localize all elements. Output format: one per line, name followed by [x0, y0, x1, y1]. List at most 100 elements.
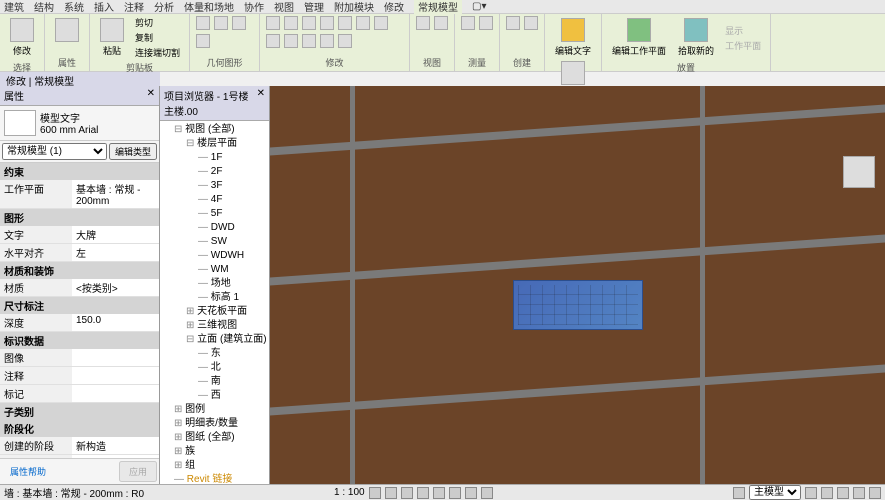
hide-icon[interactable]	[416, 16, 430, 30]
tree-elev-dir[interactable]: 西	[198, 389, 267, 403]
tree-level[interactable]: DWD	[198, 221, 267, 235]
tree-links[interactable]: Revit 链接	[174, 473, 267, 484]
drag-icon[interactable]	[853, 487, 865, 499]
select-links-icon[interactable]	[805, 487, 817, 499]
menu-arch[interactable]: 建筑	[4, 0, 24, 14]
measure-icon[interactable]	[461, 16, 475, 30]
tree-ceiling[interactable]: 天花板平面	[186, 305, 267, 319]
menu-collab[interactable]: 协作	[244, 0, 264, 14]
menu-struct[interactable]: 结构	[34, 0, 54, 14]
hide-isolate-icon[interactable]	[465, 487, 477, 499]
menu-view[interactable]: 视图	[274, 0, 294, 14]
val-workplane[interactable]: 基本墙 : 常规 - 200mm	[72, 180, 159, 208]
wp-text[interactable]: 工作平面	[722, 39, 764, 52]
select-pinned-icon[interactable]	[821, 487, 833, 499]
tree-3d[interactable]: 三维视图	[186, 319, 267, 333]
delete-icon[interactable]	[302, 34, 316, 48]
tree-views-root[interactable]: 视图 (全部)	[174, 123, 267, 137]
close-icon[interactable]: ✕	[257, 88, 265, 118]
menu-analyze[interactable]: 分析	[154, 0, 174, 14]
menu-addins[interactable]: 附加模块	[334, 0, 374, 14]
join-icon[interactable]	[196, 16, 210, 30]
edit-type-button[interactable]: 编辑类型	[109, 143, 157, 160]
tree-legends[interactable]: 图例	[174, 403, 267, 417]
menu-context[interactable]: 常规模型	[414, 0, 462, 14]
val-image[interactable]	[72, 349, 159, 366]
property-grid[interactable]: 约束 工作平面基本墙 : 常规 - 200mm 图形 文字大牌 水平对齐左 材质…	[0, 163, 159, 458]
reveal-hidden-icon[interactable]	[481, 487, 493, 499]
tree-level[interactable]: 5F	[198, 207, 267, 221]
menu-manage[interactable]: 管理	[304, 0, 324, 14]
show-wp-button[interactable]: 显示	[722, 24, 764, 37]
project-tree[interactable]: 视图 (全部) 楼层平面 1F 2F 3F 4F 5F DWD SW WDWH …	[160, 121, 269, 484]
3d-viewport[interactable]	[270, 86, 885, 484]
trim-icon[interactable]	[356, 16, 370, 30]
tree-sheets[interactable]: 图纸 (全部)	[174, 431, 267, 445]
tree-level[interactable]: 4F	[198, 193, 267, 207]
sun-path-icon[interactable]	[401, 487, 413, 499]
align-icon[interactable]	[266, 16, 280, 30]
model-combo[interactable]: 主模型	[749, 485, 801, 500]
split-icon[interactable]	[196, 34, 210, 48]
menu-massing[interactable]: 体量和场地	[184, 0, 234, 14]
pin-icon[interactable]	[284, 34, 298, 48]
val-halign[interactable]: 左	[72, 244, 159, 261]
tree-level[interactable]: 3F	[198, 179, 267, 193]
menu-modify[interactable]: 修改	[384, 0, 404, 14]
prop-help-button[interactable]: 属性帮助	[2, 461, 54, 482]
cut-geom-icon[interactable]	[214, 16, 228, 30]
tree-level[interactable]: WM	[198, 263, 267, 277]
dimension-icon[interactable]	[479, 16, 493, 30]
array-icon[interactable]	[374, 16, 388, 30]
cut-button[interactable]: 剪切	[132, 16, 183, 29]
tree-elevation[interactable]: 立面 (建筑立面)	[186, 333, 267, 347]
properties-button[interactable]	[51, 16, 83, 44]
selected-model-text[interactable]	[513, 280, 643, 330]
apply-button[interactable]: 应用	[119, 461, 157, 482]
val-created[interactable]: 新构造	[72, 437, 159, 454]
edit-wp-button[interactable]: 编辑工作平面	[608, 16, 670, 59]
tree-level[interactable]: WDWH	[198, 249, 267, 263]
tree-groups[interactable]: 组	[174, 459, 267, 473]
select-face-icon[interactable]	[837, 487, 849, 499]
extend-icon[interactable]	[320, 34, 334, 48]
tree-schedules[interactable]: 明细表/数量	[174, 417, 267, 431]
tree-level[interactable]: 标高 1	[198, 291, 267, 305]
tree-elev-dir[interactable]: 北	[198, 361, 267, 375]
menu-sys[interactable]: 系统	[64, 0, 84, 14]
worksets-icon[interactable]	[733, 487, 745, 499]
move-icon[interactable]	[320, 16, 334, 30]
tree-level[interactable]: SW	[198, 235, 267, 249]
tree-elev-dir[interactable]: 南	[198, 375, 267, 389]
val-depth[interactable]: 150.0	[72, 314, 159, 331]
visual-style-icon[interactable]	[385, 487, 397, 499]
rotate-icon[interactable]	[338, 16, 352, 30]
paste-button[interactable]: 粘贴	[96, 16, 128, 59]
filter-icon[interactable]	[869, 487, 881, 499]
tree-level[interactable]: 1F	[198, 151, 267, 165]
cope-icon[interactable]	[232, 16, 246, 30]
val-material[interactable]: <按类别>	[72, 279, 159, 296]
shadows-icon[interactable]	[417, 487, 429, 499]
mirror-icon[interactable]	[302, 16, 316, 30]
modify-button[interactable]: 修改	[6, 16, 38, 59]
menu-insert[interactable]: 插入	[94, 0, 114, 14]
menu-extra-icon[interactable]: ▢▾	[472, 1, 486, 12]
tree-floorplans[interactable]: 楼层平面	[186, 137, 267, 151]
create-similar-icon[interactable]	[506, 16, 520, 30]
tree-elev-dir[interactable]: 东	[198, 347, 267, 361]
detail-level-icon[interactable]	[369, 487, 381, 499]
scale-label[interactable]: 1 : 100	[334, 487, 365, 498]
pick-new-button[interactable]: 拾取新的	[674, 16, 718, 59]
type-thumbnail[interactable]	[4, 110, 36, 136]
offset-icon[interactable]	[284, 16, 298, 30]
menu-annot[interactable]: 注释	[124, 0, 144, 14]
tree-level[interactable]: 场地	[198, 277, 267, 291]
view-cube[interactable]	[843, 156, 875, 188]
isolate-icon[interactable]	[434, 16, 448, 30]
copy-button[interactable]: 复制	[132, 31, 183, 44]
edit-text-button[interactable]: 编辑文字	[551, 16, 595, 59]
group-icon[interactable]	[524, 16, 538, 30]
split-face-icon[interactable]	[338, 34, 352, 48]
val-comment[interactable]	[72, 367, 159, 384]
